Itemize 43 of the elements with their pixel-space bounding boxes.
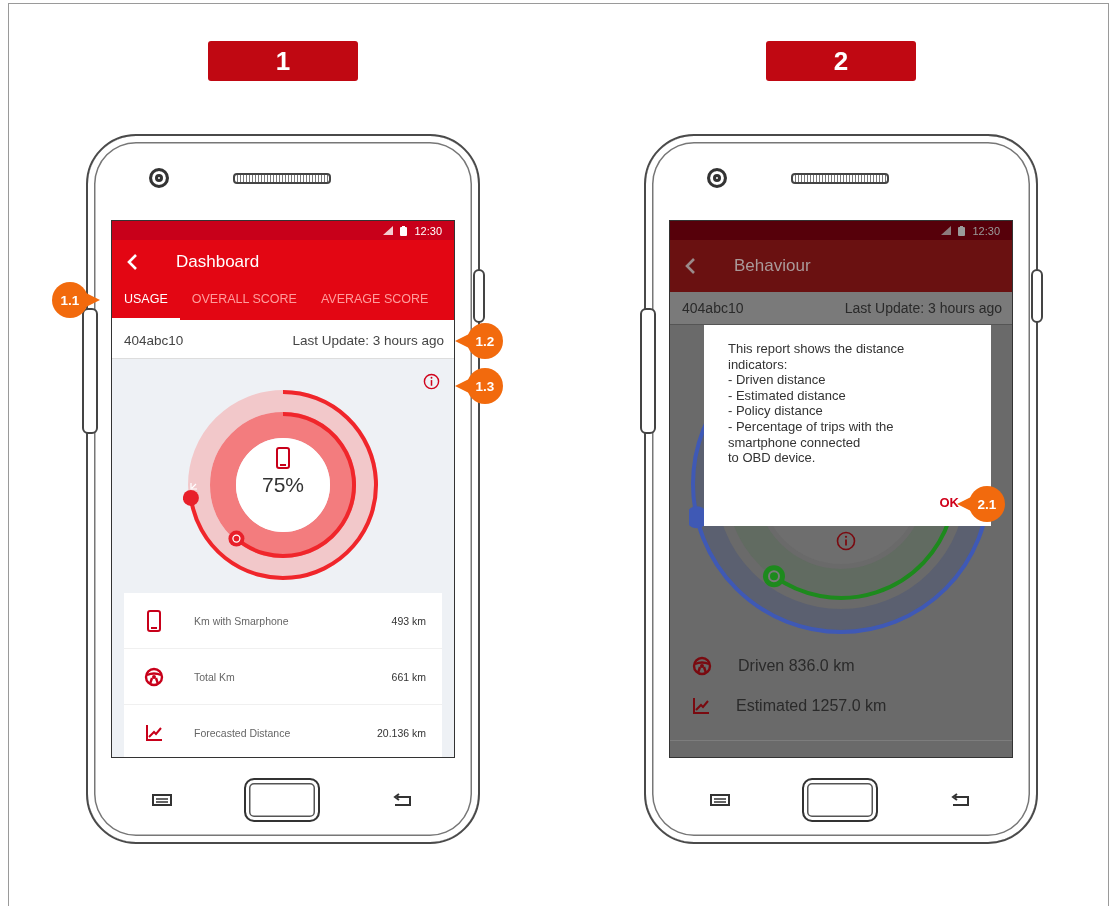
back-icon[interactable] [950, 793, 972, 807]
vehicle-id: 404abc10 [682, 300, 744, 316]
battery-icon [958, 225, 966, 236]
ok-button[interactable]: OK [931, 493, 967, 512]
screen-title: Behaviour [734, 256, 811, 276]
camera-icon [149, 168, 169, 188]
tab[interactable]: OVERALL SCORE [179, 284, 309, 320]
battery-icon [400, 225, 408, 236]
step-number: 1 [208, 41, 358, 81]
stat-value: 20.136 km [376, 726, 426, 739]
gauge-value: 75% [262, 473, 304, 497]
back-icon[interactable] [392, 793, 414, 807]
stat-label: Forecasted Distance [194, 726, 292, 739]
home-button[interactable] [244, 778, 320, 822]
steering-wheel-icon [692, 656, 712, 676]
home-button[interactable] [802, 778, 878, 822]
tab[interactable]: USAGE [112, 284, 180, 320]
legend-label: Driven 836.0 km [738, 657, 855, 675]
last-update: Last Update: 3 hours ago [292, 332, 444, 348]
last-update: Last Update: 3 hours ago [844, 300, 1002, 316]
tab[interactable]: AVERAGE SCORE [308, 284, 441, 320]
menu-icon[interactable] [152, 794, 172, 806]
stat-value: 493 km [391, 614, 426, 627]
signal-icon [941, 226, 952, 235]
status-time: 12:30 [972, 224, 1000, 237]
screen-title: Dashboard [176, 252, 260, 272]
step-number: 2 [766, 41, 916, 81]
stat-label: Km with Smarphone [194, 614, 290, 627]
menu-icon[interactable] [710, 794, 730, 806]
steering-wheel-icon [144, 666, 164, 687]
stat-value: 661 km [391, 670, 426, 683]
info-icon[interactable] [423, 373, 440, 390]
status-time: 12:30 [414, 224, 442, 237]
vehicle-id: 404abc10 [124, 332, 184, 348]
dialog-text: This report shows the distance indicators: - Driven distance - Estimated distance - Policy distance - Percentage of trips with the smartphone connected to OBD device. [728, 341, 906, 466]
trend-chart-icon [145, 723, 163, 742]
smartphone-icon [147, 609, 161, 632]
signal-icon [383, 226, 394, 235]
camera-icon [707, 168, 727, 188]
stat-label: Total Km [194, 670, 236, 683]
trend-chart-icon [692, 697, 710, 715]
legend-label: Estimated 1257.0 km [736, 697, 887, 715]
smartphone-icon [276, 447, 290, 469]
